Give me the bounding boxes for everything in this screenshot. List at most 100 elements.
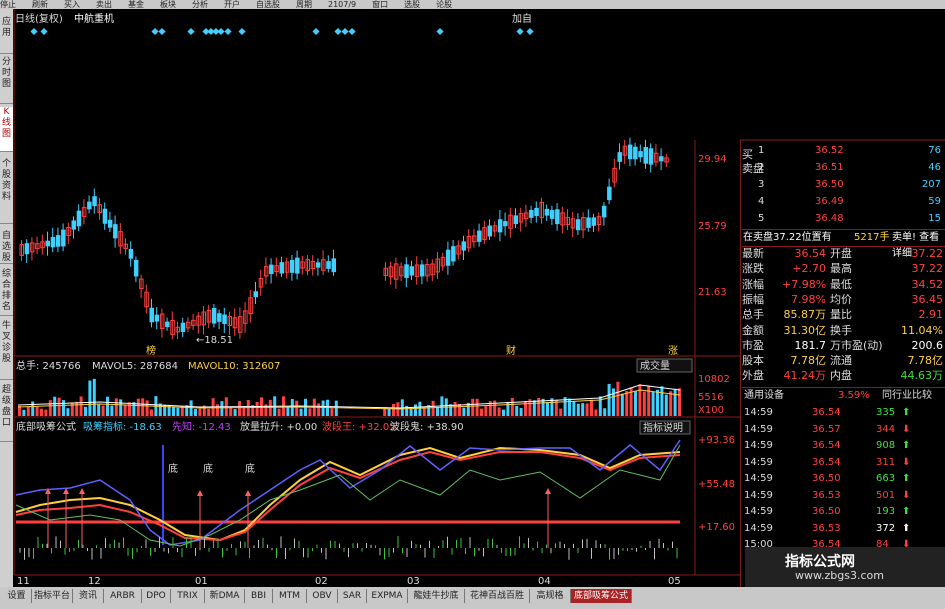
tick-row: 14:59 36.57 344 ⬇: [742, 422, 945, 438]
tick-volume: 311: [876, 456, 896, 468]
candle-body: [165, 321, 170, 328]
volume-bar: [92, 378, 96, 416]
candle-body: [102, 208, 108, 224]
quote-key: 最低: [830, 277, 852, 291]
indicator-tab[interactable]: BBI: [245, 589, 273, 603]
volume-bar: [559, 408, 563, 416]
bottom-mark: 底: [245, 462, 255, 475]
volume-bar: [114, 398, 118, 416]
candle-body: [549, 209, 555, 219]
volume-bar: [497, 407, 501, 416]
tick-row: 14:59 36.53 372 ⬆: [742, 521, 945, 537]
indicator-axis-label: +17.60: [698, 522, 735, 533]
indicator-tab[interactable]: 龍娃牛抄底: [408, 589, 465, 603]
volume-bar: [136, 398, 140, 416]
order-volume: 207: [921, 179, 941, 190]
quote-key: 金额: [742, 323, 764, 337]
big-order-alert[interactable]: 在卖盘37.22位置有 5217手 卖单! 查看详细: [742, 229, 945, 259]
candle-body: [217, 313, 222, 322]
indicator-tab[interactable]: MTM: [273, 589, 307, 603]
volume-bar: [172, 406, 175, 416]
volume-bar: [145, 400, 149, 416]
volume-bar: [286, 406, 290, 416]
quote-value: 34.52: [911, 277, 944, 291]
up-arrow-icon: ⬆: [902, 407, 911, 418]
indicator-tab[interactable]: 新DMA: [205, 589, 245, 603]
candle-body: [50, 237, 56, 248]
bottom-mark: 底: [203, 462, 213, 475]
tick-volume: 335: [876, 407, 896, 418]
order-price: 36.50: [815, 179, 844, 190]
indicator-tab-bar: 设置 指标平台 资讯 ARBR DPO TRIX 新DMA BBI MTM OBV SAR EXPMA…: [0, 587, 945, 609]
quote-value: 2.91: [918, 308, 944, 322]
volume-bar: [532, 400, 536, 416]
quote-row: 涨幅 +7.98% 最低 34.52: [742, 278, 945, 292]
candle-body: [289, 259, 295, 273]
indicator-line: [15, 444, 681, 547]
industry-compare-button[interactable]: 同行业比较: [882, 388, 932, 404]
tick-price: 36.54: [812, 456, 841, 468]
candle-body: [544, 208, 550, 216]
date-label: 03: [407, 576, 420, 587]
volume-bar: [106, 396, 109, 416]
up-arrow-icon: [545, 488, 551, 494]
volume-total: 总手: 245766: [16, 359, 81, 372]
tick-price: 36.50: [812, 473, 841, 484]
candle-body: [633, 146, 638, 160]
candle-body: [269, 264, 274, 275]
candle-body: [534, 207, 539, 216]
volume-bar: [62, 400, 65, 416]
signal-dot: [158, 27, 166, 36]
volume-bar: [409, 408, 413, 416]
indicator-tab[interactable]: 花神百战百胜: [465, 589, 530, 603]
signal-dot: [187, 27, 195, 36]
orderbook-row: 4 36.49 59: [742, 194, 945, 210]
indicator-tab[interactable]: 指标平台: [32, 589, 73, 603]
indicator-tab[interactable]: OBV: [307, 589, 338, 603]
volume-bar: [541, 398, 545, 416]
candle-body: [71, 220, 76, 230]
indicator-tab[interactable]: 资讯: [73, 589, 104, 603]
indicator-tab[interactable]: ARBR: [104, 589, 142, 603]
volume-bar: [392, 403, 395, 416]
indicator-tab[interactable]: 设置: [2, 589, 32, 603]
watermark-url: www.zbgs3.com: [795, 569, 884, 582]
indicator-tab[interactable]: EXPMA: [367, 589, 408, 603]
volume-bar: [207, 408, 211, 416]
quote-key: 股本: [742, 354, 764, 368]
candle-body: [575, 219, 581, 231]
indicator-tab[interactable]: TRIX: [171, 589, 205, 603]
volume-dropdown-label: 成交量: [640, 359, 670, 372]
volume-bar: [268, 399, 272, 416]
volume-bar: [198, 408, 202, 416]
candle-body: [87, 201, 92, 210]
indicator-tab[interactable]: DPO: [142, 589, 171, 603]
indicator-tab[interactable]: 高规格: [530, 589, 571, 603]
indicator-tab[interactable]: SAR: [338, 589, 367, 603]
candle-body: [617, 152, 622, 162]
signal-dot: [516, 27, 524, 36]
signal-dot: [312, 27, 320, 36]
volume-bar: [119, 399, 123, 416]
volume-axis-label: X100: [698, 405, 724, 416]
signal-dot: [436, 27, 444, 36]
quote-key: 市盈: [742, 338, 764, 352]
volume-bar: [141, 398, 145, 416]
volume-bar: [128, 402, 131, 416]
volume-bar: [471, 398, 475, 416]
up-arrow-icon: [245, 490, 251, 496]
volume-bar: [453, 401, 457, 416]
quote-row: 涨跌 +2.70 最高 37.22: [742, 262, 945, 276]
watermark-text: 指标公式网: [785, 554, 855, 570]
indicator-wave: 波段鬼: +38.90: [390, 420, 464, 433]
indicator-line: [15, 450, 681, 542]
volume-bar: [44, 409, 48, 416]
order-level: 2: [758, 162, 765, 173]
indicator-line: [15, 439, 681, 546]
volume-bar: [436, 406, 439, 416]
volume-bars: [17, 378, 681, 416]
tick-row: 14:59 36.50 193 ⬆: [742, 504, 945, 520]
indicator-tab[interactable]: 底部吸筹公式: [571, 589, 632, 603]
tick-time: 14:59: [744, 423, 773, 435]
volume-bar: [22, 409, 26, 416]
